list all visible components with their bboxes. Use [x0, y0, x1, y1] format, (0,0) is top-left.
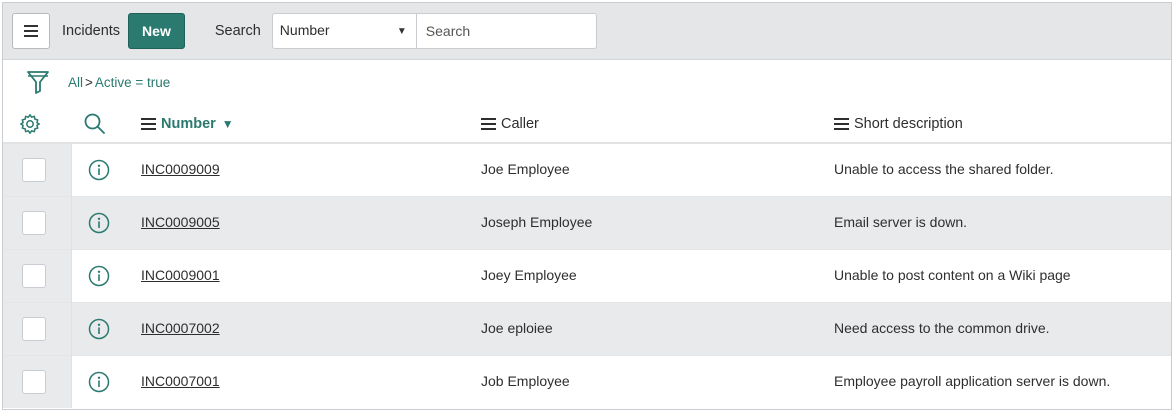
caller-cell: Joseph Employee [481, 214, 593, 230]
column-menu-icon [141, 118, 156, 130]
info-icon[interactable] [88, 159, 110, 181]
filter-breadcrumb: All > Active = true [68, 75, 170, 90]
info-icon[interactable] [88, 318, 110, 340]
table-row: INC0009009 Joe Employee Unable to access… [3, 144, 1171, 197]
gear-icon [20, 114, 40, 134]
column-menu-icon [481, 118, 496, 130]
short-description-cell: Need access to the common drive. [834, 320, 1050, 336]
column-header-row: Number ▼ Caller Short description [3, 104, 1171, 144]
filter-row: All > Active = true [3, 60, 1171, 104]
table-row: INC0007001 Job Employee Employee payroll… [3, 356, 1171, 409]
search-label: Search [214, 23, 261, 39]
info-icon[interactable] [88, 371, 110, 393]
list-menu-button[interactable] [12, 13, 50, 49]
search-icon [84, 113, 105, 134]
column-label-number: Number [161, 116, 216, 132]
breadcrumb-all[interactable]: All [68, 75, 83, 90]
caller-cell: Joe Employee [481, 161, 570, 177]
search-input[interactable] [416, 13, 597, 49]
column-label-short-description: Short description [854, 116, 963, 132]
short-description-cell: Unable to post content on a Wiki page [834, 267, 1071, 283]
caller-cell: Joe eploiee [481, 320, 553, 336]
dropdown-caret-icon: ▼ [396, 26, 407, 37]
new-button[interactable]: New [128, 13, 185, 49]
column-menu-icon [834, 118, 849, 130]
table-row: INC0009005 Joseph Employee Email server … [3, 197, 1171, 250]
caller-cell: Joey Employee [481, 267, 577, 283]
row-checkbox[interactable] [22, 264, 46, 288]
table-row: INC0007002 Joe eploiee Need access to th… [3, 303, 1171, 356]
incident-table-body: INC0009009 Joe Employee Unable to access… [3, 144, 1171, 409]
column-header-caller[interactable]: Caller [481, 104, 539, 144]
incident-list-frame: Incidents New Search Number ▼ All > Acti… [2, 2, 1172, 410]
short-description-cell: Unable to access the shared folder. [834, 161, 1054, 177]
short-description-cell: Email server is down. [834, 214, 968, 230]
search-field-select[interactable]: Number ▼ [271, 13, 417, 49]
incident-number-link[interactable]: INC0007001 [141, 373, 220, 389]
sort-down-arrow-icon: ▼ [221, 117, 234, 131]
hamburger-icon [24, 25, 38, 37]
list-toolbar: Incidents New Search Number ▼ [3, 3, 1171, 60]
info-icon[interactable] [88, 265, 110, 287]
incident-number-link[interactable]: INC0009009 [141, 161, 220, 177]
short-description-cell: Employee payroll application server is d… [834, 373, 1111, 389]
column-header-short-description[interactable]: Short description [834, 104, 963, 144]
incident-number-link[interactable]: INC0009001 [141, 267, 220, 283]
caller-cell: Job Employee [481, 373, 570, 389]
funnel-icon[interactable] [26, 69, 50, 95]
row-checkbox[interactable] [22, 370, 46, 394]
breadcrumb-separator: > [85, 74, 93, 90]
personalize-list-button[interactable] [19, 104, 41, 144]
incident-number-link[interactable]: INC0007002 [141, 320, 220, 336]
list-title: Incidents [62, 23, 121, 39]
table-row: INC0009001 Joey Employee Unable to post … [3, 250, 1171, 303]
info-icon[interactable] [88, 212, 110, 234]
row-checkbox[interactable] [22, 158, 46, 182]
column-header-number[interactable]: Number ▼ [141, 104, 234, 144]
incident-number-link[interactable]: INC0009005 [141, 214, 220, 230]
column-label-caller: Caller [501, 116, 539, 132]
breadcrumb-active-condition[interactable]: Active = true [95, 75, 170, 90]
row-checkbox[interactable] [22, 317, 46, 341]
column-search-toggle[interactable] [83, 104, 107, 144]
row-checkbox[interactable] [22, 211, 46, 235]
search-field-value: Number [279, 22, 330, 38]
